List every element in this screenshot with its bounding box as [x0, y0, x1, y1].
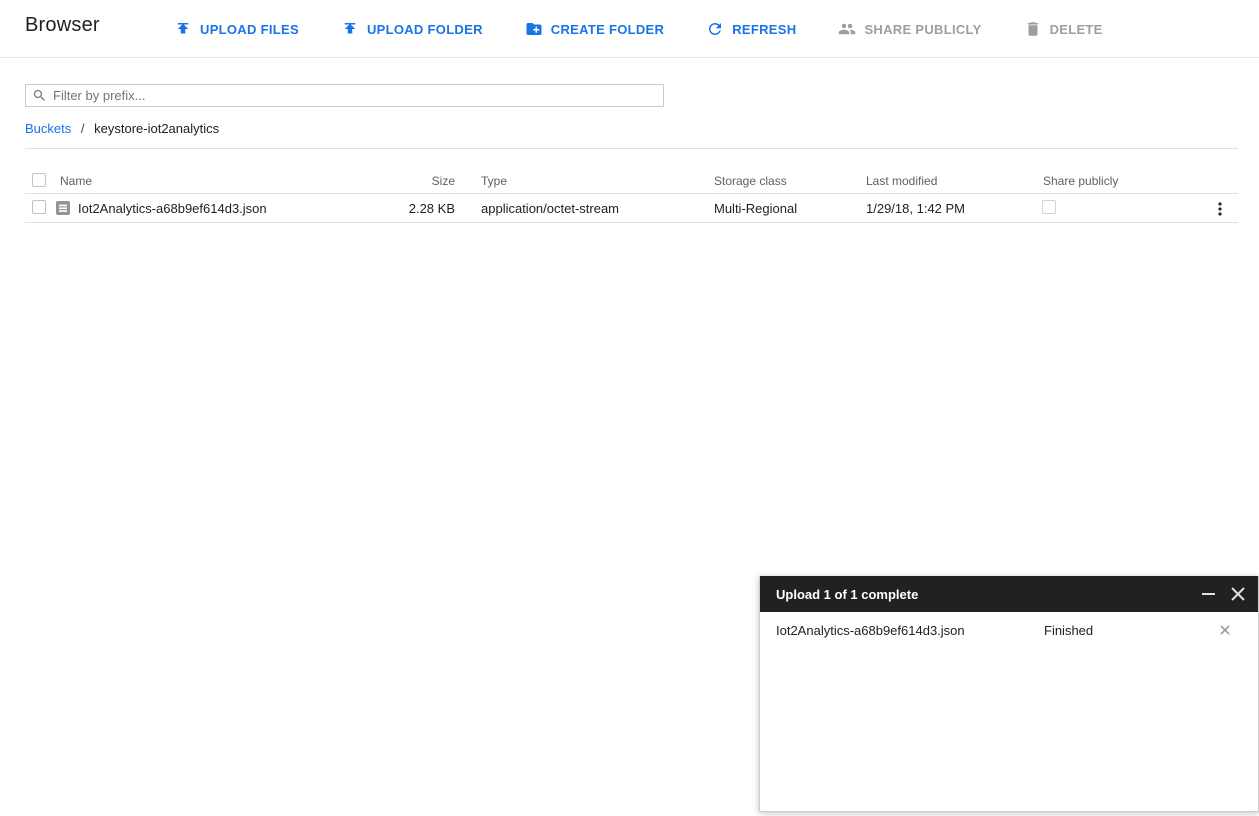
delete-label: DELETE — [1049, 21, 1103, 37]
breadcrumb-current-bucket: keystore-iot2analytics — [94, 121, 220, 136]
object-name-link[interactable]: Iot2Analytics-a68b9ef614d3.json — [78, 201, 267, 216]
object-last-modified: 1/29/18, 1:42 PM — [866, 201, 966, 216]
close-icon — [1231, 587, 1245, 601]
object-storage-class: Multi-Regional — [714, 201, 798, 216]
breadcrumb-separator: / — [80, 121, 85, 136]
refresh-button[interactable]: REFRESH — [692, 12, 810, 46]
breadcrumb: Buckets / keystore-iot2analytics — [25, 121, 219, 136]
column-header-share-publicly: Share publicly — [1043, 174, 1119, 188]
upload-dialog-actions — [1198, 576, 1248, 612]
divider — [25, 193, 1238, 194]
upload-files-label: UPLOAD FILES — [200, 21, 299, 37]
upload-item-status: Finished — [1044, 622, 1094, 638]
upload-status-dialog: Upload 1 of 1 complete Iot2Analytics-a68… — [759, 576, 1259, 812]
delete-button[interactable]: DELETE — [1010, 12, 1117, 46]
upload-files-button[interactable]: UPLOAD FILES — [160, 12, 313, 46]
filter-box — [25, 84, 664, 107]
more-vert-icon — [1218, 202, 1222, 216]
breadcrumb-buckets-link[interactable]: Buckets — [25, 121, 71, 136]
share-publicly-button[interactable]: SHARE PUBLICLY — [824, 12, 995, 46]
column-header-last-modified: Last modified — [866, 174, 938, 188]
create-folder-button[interactable]: CREATE FOLDER — [511, 12, 678, 46]
share-publicly-label: SHARE PUBLICLY — [864, 21, 982, 37]
create-folder-icon — [525, 20, 543, 38]
dismiss-upload-item-button[interactable] — [1216, 621, 1234, 639]
close-icon — [1220, 625, 1230, 635]
object-size: 2.28 KB — [408, 201, 455, 216]
upload-dialog-title: Upload 1 of 1 complete — [776, 586, 919, 602]
share-publicly-checkbox[interactable] — [1042, 200, 1056, 214]
object-type: application/octet-stream — [481, 201, 620, 216]
column-header-storage-class: Storage class — [714, 174, 787, 188]
upload-folder-label: UPLOAD FOLDER — [366, 21, 483, 37]
trash-icon — [1024, 20, 1042, 38]
upload-icon — [341, 20, 359, 38]
gcs-browser-screen: Browser UPLOAD FILES UPLOAD FOLDER CREAT… — [0, 0, 1259, 816]
close-button[interactable] — [1228, 584, 1248, 604]
upload-folder-button[interactable]: UPLOAD FOLDER — [327, 12, 497, 46]
page-title: Browser — [25, 14, 100, 36]
column-header-type: Type — [481, 174, 508, 188]
divider — [25, 148, 1238, 149]
divider — [25, 222, 1238, 223]
upload-dialog-header: Upload 1 of 1 complete — [760, 576, 1258, 612]
select-checkbox[interactable] — [32, 200, 46, 214]
column-header-size: Size — [431, 174, 455, 188]
search-icon — [33, 89, 45, 101]
filter-input[interactable] — [53, 88, 657, 103]
minimize-icon — [1201, 593, 1215, 595]
toolbar: UPLOAD FILES UPLOAD FOLDER CREATE FOLDER… — [160, 0, 1117, 58]
upload-icon — [174, 20, 192, 38]
column-header-name: Name — [60, 174, 93, 188]
select-all-checkbox[interactable] — [32, 173, 46, 187]
minimize-button[interactable] — [1198, 584, 1218, 604]
people-icon — [838, 20, 856, 38]
upload-item-name: Iot2Analytics-a68b9ef614d3.json — [776, 622, 965, 638]
refresh-icon — [706, 20, 724, 38]
upload-item-row: Iot2Analytics-a68b9ef614d3.json Finished — [760, 612, 1258, 648]
app-header: Browser UPLOAD FILES UPLOAD FOLDER CREAT… — [0, 0, 1259, 58]
row-menu-button[interactable] — [1208, 197, 1232, 221]
file-icon — [56, 201, 70, 215]
refresh-label: REFRESH — [732, 21, 797, 37]
create-folder-label: CREATE FOLDER — [550, 21, 665, 37]
